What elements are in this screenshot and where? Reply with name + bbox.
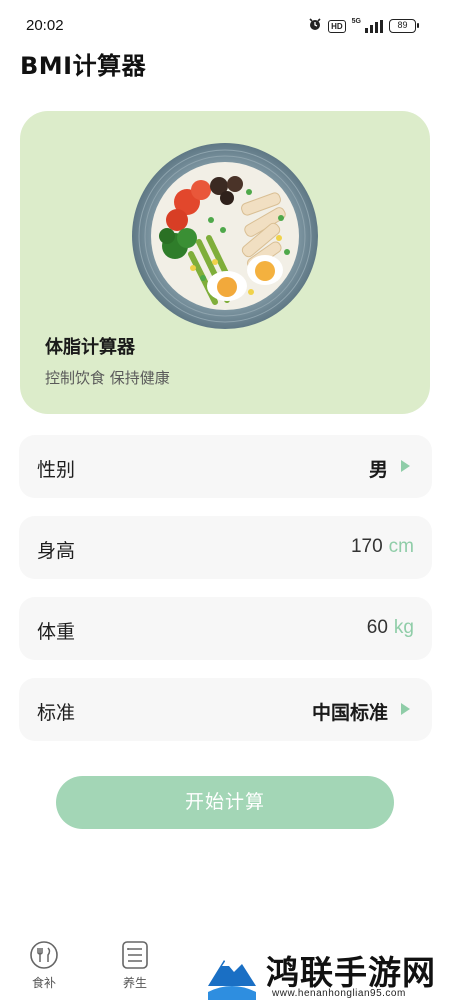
start-calculate-button[interactable]: 开始计算 <box>56 776 394 829</box>
play-arrow-icon <box>401 703 410 715</box>
weight-unit: kg <box>393 617 414 638</box>
height-input[interactable]: 170 cm <box>351 536 414 558</box>
page-title: BMI计算器 <box>20 52 147 80</box>
height-label: 身高 <box>37 540 76 562</box>
standard-row[interactable]: 标准 中国标准 <box>19 678 432 741</box>
play-arrow-icon <box>401 460 410 472</box>
watermark-text: 鸿联手游网 <box>266 953 436 992</box>
weight-input[interactable]: 60 kg <box>367 617 414 639</box>
hero-subtitle: 控制饮食 保持健康 <box>45 369 170 387</box>
gender-label: 性别 <box>37 459 76 481</box>
tab-food[interactable]: 食补 <box>14 940 74 991</box>
hero-card: 体脂计算器 控制饮食 保持健康 <box>20 111 430 414</box>
status-time: 20:02 <box>26 17 64 34</box>
watermark: 鸿联手游网 www.henanhonglian95.com <box>200 944 450 1006</box>
site-logo-icon <box>204 946 260 1002</box>
weight-row[interactable]: 体重 60 kg <box>19 597 432 660</box>
weight-value[interactable]: 60 <box>367 617 388 639</box>
status-bar: 20:02 HD 5G 89 <box>0 0 450 50</box>
hd-badge: HD <box>328 19 346 33</box>
gender-value[interactable]: 男 <box>369 455 388 482</box>
watermark-url: www.henanhonglian95.com <box>272 988 406 999</box>
network-type: 5G <box>351 17 361 25</box>
food-plate-image <box>132 143 318 329</box>
gender-row[interactable]: 性别 男 <box>19 435 432 498</box>
height-value[interactable]: 170 <box>351 536 383 558</box>
standard-label: 标准 <box>37 702 76 724</box>
list-icon <box>120 940 150 970</box>
tab-food-label: 食补 <box>31 976 56 990</box>
battery-indicator: 89 <box>389 19 419 33</box>
height-row[interactable]: 身高 170 cm <box>19 516 432 579</box>
height-unit: cm <box>388 536 414 557</box>
food-icon <box>29 940 59 970</box>
weight-label: 体重 <box>37 621 76 643</box>
hero-title: 体脂计算器 <box>45 337 135 358</box>
standard-value[interactable]: 中国标准 <box>312 698 388 725</box>
signal-icon <box>365 19 383 33</box>
alarm-icon <box>308 17 322 35</box>
status-icons: HD 5G 89 <box>308 17 419 35</box>
tab-health[interactable]: 养生 <box>105 940 165 991</box>
tab-health-label: 养生 <box>122 976 147 990</box>
